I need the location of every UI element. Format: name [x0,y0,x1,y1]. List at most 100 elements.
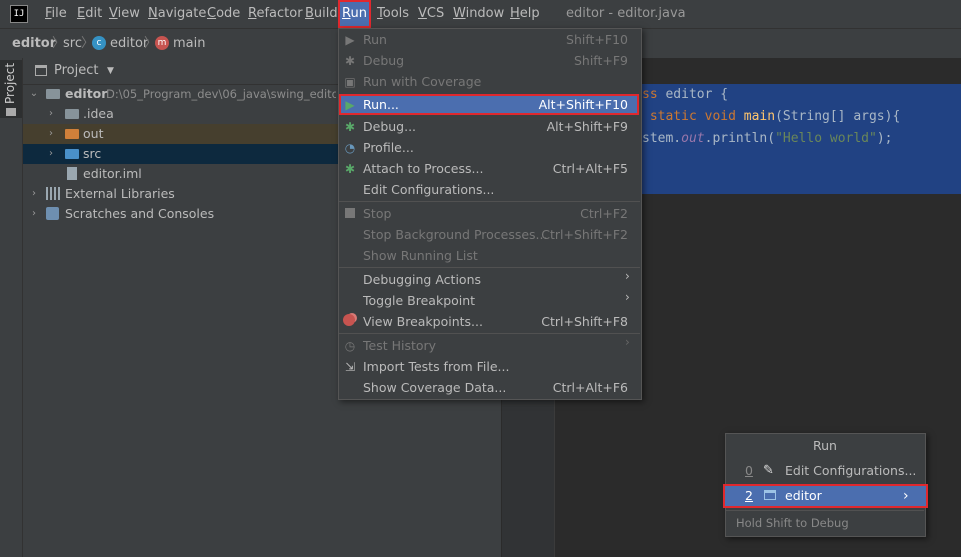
menu-refactor[interactable]: Refactor [248,0,303,28]
breadcrumb-class[interactable]: editor [110,29,148,58]
chevron-right-icon[interactable]: › [46,104,56,124]
breadcrumb-project[interactable]: editor [12,29,56,58]
chevron-right-icon[interactable]: › [46,124,56,144]
chevron-right-icon[interactable]: › [46,144,56,164]
tree-item-external-libraries: External Libraries [65,186,175,201]
menu-build[interactable]: Build [305,0,338,28]
code-line-1: ss editor { [642,87,729,102]
run-menu-item-shortcut: Alt+Shift+F10 [538,97,628,112]
chevron-right-icon: › [625,335,630,349]
menu-run[interactable]: Run [338,0,371,28]
pencil-icon: ✎ [763,463,774,478]
history-icon: ◷ [344,339,356,353]
menu-file[interactable]: File [45,0,67,28]
popup-item-label: editor [785,488,822,503]
breadcrumb-method[interactable]: main [173,29,205,58]
app-logo-icon: IJ [10,5,28,23]
module-folder-icon [46,89,60,99]
run-menu-item-label: Show Coverage Data... [363,380,507,395]
chevron-right-icon: › [625,290,630,304]
menu-code[interactable]: Code [207,0,240,28]
menu-separator [726,510,924,511]
run-menu-item-label: Stop [363,206,392,221]
menu-edit[interactable]: Edit [77,0,102,28]
run-menu-item-shortcut: Shift+F9 [573,53,628,68]
run-menu-item-shortcut: Ctrl+Shift+F2 [541,227,628,242]
popup-item-index: 2 [745,488,753,503]
code-line-3: stem.out.println("Hello world"); [642,131,893,146]
gauge-icon: ◔ [344,141,356,155]
chevron-right-icon: › [903,488,909,504]
menu-tools[interactable]: Tools [377,0,409,28]
library-icon [46,187,60,200]
menu-bar: IJ File Edit View Navigate Code Refactor… [0,0,961,28]
application-config-icon [764,490,776,500]
run-menu-item-label: Test History [363,338,437,353]
popup-footer-hint: Hold Shift to Debug [736,516,849,530]
run-menu-item-label: Run [363,32,387,47]
run-menu-item-label: Debugging Actions [363,272,482,287]
project-tool-tab-label: Project [3,62,17,104]
menu-separator [339,267,640,268]
tree-item-scratches: Scratches and Consoles [65,206,215,221]
menu-help[interactable]: Help [510,0,540,28]
run-menu-item-label: Run... [363,97,399,112]
chevron-right-icon: › [625,269,630,283]
popup-item-editor[interactable] [723,484,928,508]
import-icon: ⇲ [344,360,356,374]
menu-navigate[interactable]: Navigate [148,0,206,28]
tree-item-src: src [83,146,102,161]
popup-item-index: 0 [745,463,753,478]
run-menu-item-shortcut: Alt+Shift+F9 [546,119,628,134]
breakpoints-icon [343,314,355,326]
popup-item-label: Edit Configurations... [785,463,917,478]
tree-item-idea: .idea [83,106,114,121]
run-menu-item-shortcut: Ctrl+Alt+F6 [552,380,628,395]
run-menu-item-label: Edit Configurations... [363,182,495,197]
run-menu-item-label: Debug [363,53,405,68]
coverage-icon: ▣ [344,75,356,89]
tree-item-out: out [83,126,104,141]
folder-icon [6,108,16,116]
tree-root-name: editor [65,86,108,101]
bug-icon: ✱ [344,120,356,134]
menu-view[interactable]: View [109,0,140,28]
code-line-2: static void main(String[] args){ [642,109,901,124]
breadcrumb-src[interactable]: src [63,29,82,58]
run-menu-item-label: View Breakpoints... [363,314,483,329]
run-menu-item-shortcut: Ctrl+F2 [580,206,628,221]
run-menu-item-label: Debug... [363,119,417,134]
chevron-down-icon[interactable]: ▼ [107,61,114,81]
chevron-right-icon[interactable]: › [29,184,39,204]
project-panel-title[interactable]: Project [54,61,98,81]
menu-vcs[interactable]: VCS [418,0,444,28]
run-menu-item-label: Profile... [363,140,414,155]
run-menu-item-label: Toggle Breakpoint [363,293,476,308]
run-menu-item-shortcut: Shift+F10 [566,32,628,47]
menu-separator [339,333,640,334]
scratches-icon [46,207,59,220]
tree-item-iml: editor.iml [83,166,142,181]
bug-icon: ✱ [344,54,356,68]
project-view-icon [35,65,47,76]
excluded-folder-icon [65,129,79,139]
play-icon: ▶ [345,33,355,47]
run-menu-item-shortcut: Ctrl+Alt+F5 [552,161,628,176]
file-icon [67,167,77,180]
run-menu-item-label: Stop Background Processes... [363,227,548,242]
stop-icon [345,208,355,218]
chevron-down-icon[interactable]: ⌄ [29,84,39,104]
popup-title: Run [813,438,837,453]
window-title: editor - editor.java [566,6,686,21]
menu-window[interactable]: Window [453,0,504,28]
left-tool-stripe [0,58,23,557]
run-menu-item-shortcut: Ctrl+Shift+F8 [541,314,628,329]
method-icon: m [155,36,169,50]
source-folder-icon [65,149,79,159]
run-menu-item-label: Run with Coverage [363,74,482,89]
chevron-right-icon[interactable]: › [29,204,39,224]
tree-root-path: D:\05_Program_dev\06_java\swing_editor [106,87,336,101]
run-menu-item-label: Import Tests from File... [363,359,510,374]
play-icon: ▶ [345,98,355,112]
run-menu-item-label: Show Running List [363,248,478,263]
